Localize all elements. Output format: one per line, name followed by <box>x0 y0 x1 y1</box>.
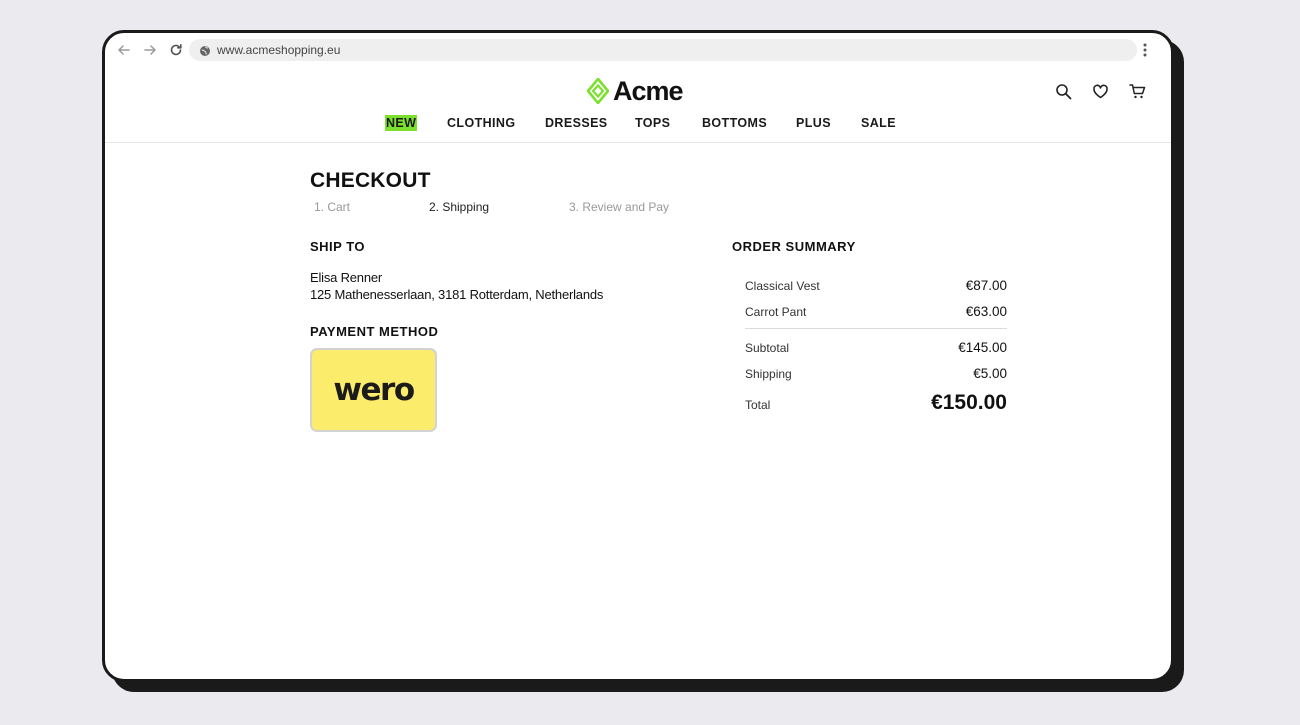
ship-to-name: Elisa Renner <box>310 270 383 285</box>
payment-method-heading: PAYMENT METHOD <box>310 324 439 339</box>
wero-payment-option[interactable]: wero <box>310 348 437 432</box>
subtotal-label: Subtotal <box>745 341 790 355</box>
nav-item-sale[interactable]: SALE <box>861 115 896 131</box>
shipping-label: Shipping <box>745 367 792 381</box>
order-summary-heading: ORDER SUMMARY <box>732 239 856 254</box>
search-icon[interactable] <box>1055 83 1072 100</box>
nav-item-new[interactable]: NEW <box>385 115 418 131</box>
cart-icon[interactable] <box>1129 83 1146 100</box>
summary-line-item: Carrot Pant €63.00 <box>745 304 1007 319</box>
shipping-value: €5.00 <box>973 366 1007 381</box>
step-shipping[interactable]: 2. Shipping <box>429 200 489 214</box>
total-label: Total <box>745 398 771 412</box>
nav-item-bottoms[interactable]: BOTTOMS <box>702 115 767 131</box>
acme-diamond-icon <box>587 78 609 104</box>
header-actions <box>1055 83 1146 100</box>
address-bar[interactable]: www.acmeshopping.eu <box>189 39 1137 61</box>
step-review-and-pay[interactable]: 3. Review and Pay <box>569 200 669 214</box>
line-item-price: €63.00 <box>965 304 1007 319</box>
nav-item-clothing[interactable]: CLOTHING <box>447 115 515 131</box>
subtotal-row: Subtotal €145.00 <box>745 340 1007 355</box>
total-row: Total €150.00 <box>745 391 1007 415</box>
shipping-row: Shipping €5.00 <box>745 366 1007 381</box>
line-item-label: Carrot Pant <box>745 305 807 319</box>
header-divider <box>105 142 1171 143</box>
nav-item-tops[interactable]: TOPS <box>635 115 670 131</box>
step-cart[interactable]: 1. Cart <box>314 200 350 214</box>
ship-to-heading: SHIP TO <box>310 239 366 254</box>
nav-item-dresses[interactable]: DRESSES <box>545 115 608 131</box>
subtotal-value: €145.00 <box>958 340 1007 355</box>
summary-line-item: Classical Vest €87.00 <box>745 278 1007 293</box>
forward-arrow-icon[interactable] <box>141 41 159 59</box>
line-item-price: €87.00 <box>965 278 1007 293</box>
wero-logo: wero <box>333 372 415 408</box>
brand-name: Acme <box>613 76 684 106</box>
nav-item-plus[interactable]: PLUS <box>796 115 831 131</box>
browser-window: www.acmeshopping.eu Acme NEW CLOTHING DR… <box>102 30 1174 682</box>
page-title: CHECKOUT <box>310 169 431 192</box>
url-text[interactable]: www.acmeshopping.eu <box>217 43 340 57</box>
ship-to-address: 125 Mathenesserlaan, 3181 Rotterdam, Net… <box>310 287 604 302</box>
heart-icon[interactable] <box>1092 83 1109 100</box>
line-item-label: Classical Vest <box>745 279 820 293</box>
reload-icon[interactable] <box>167 41 185 59</box>
total-value: €150.00 <box>931 391 1007 414</box>
more-options-icon[interactable] <box>1141 42 1149 58</box>
site-info-icon[interactable] <box>199 44 211 56</box>
main-navigation: NEW CLOTHING DRESSES TOPS BOTTOMS PLUS S… <box>105 115 1171 133</box>
summary-divider <box>745 328 1007 329</box>
browser-toolbar: www.acmeshopping.eu <box>105 33 1171 67</box>
brand-logo[interactable]: Acme <box>587 75 684 107</box>
back-arrow-icon[interactable] <box>115 41 133 59</box>
